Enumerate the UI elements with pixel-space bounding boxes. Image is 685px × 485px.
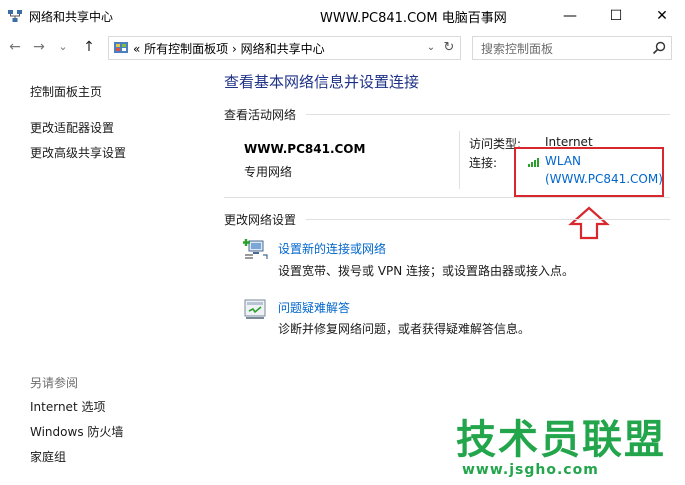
troubleshoot-icon [244, 299, 266, 319]
watermark-logo: 技术员联盟 www.jsgho.com [456, 418, 664, 482]
sidebar-item-homegroup[interactable]: 家庭组 [30, 448, 66, 465]
search-icon[interactable] [651, 40, 667, 56]
highlight-box [514, 147, 664, 197]
watermark-title: WWW.PC841.COM 电脑百事网 [320, 11, 507, 26]
recent-dropdown-button[interactable]: ⌄ [54, 38, 72, 56]
network-type[interactable]: 专用网络 [244, 163, 292, 180]
back-button[interactable]: ← [6, 38, 24, 56]
control-panel-icon [114, 42, 128, 53]
vertical-divider [459, 131, 460, 189]
logo-url-text: www.jsgho.com [462, 462, 599, 478]
sidebar-item-home[interactable]: 控制面板主页 [30, 83, 102, 100]
forward-button[interactable]: → [30, 38, 48, 56]
sidebar-item-sharing[interactable]: 更改高级共享设置 [30, 144, 126, 161]
network-center-icon [8, 10, 22, 22]
sidebar-item-adapter[interactable]: 更改适配器设置 [30, 119, 114, 136]
section-divider [306, 114, 670, 115]
search-box[interactable] [472, 36, 672, 60]
close-button[interactable]: ✕ [639, 0, 685, 31]
section-divider [224, 197, 670, 198]
troubleshoot-link[interactable]: 问题疑难解答 [278, 299, 350, 316]
up-arrow-annotation-icon [568, 206, 610, 240]
breadcrumb[interactable]: « 所有控制面板项 › 网络和共享中心 [133, 40, 325, 57]
sidebar-item-internet-options[interactable]: Internet 选项 [30, 398, 105, 415]
setup-connection-link[interactable]: 设置新的连接或网络 [278, 240, 386, 257]
search-input[interactable] [479, 39, 643, 58]
active-networks-heading: 查看活动网络 [224, 108, 297, 122]
change-settings-heading: 更改网络设置 [224, 213, 297, 227]
refresh-button[interactable]: ↻ [438, 36, 461, 60]
new-connection-icon [243, 239, 268, 259]
minimize-button[interactable]: — [547, 0, 593, 31]
title-bar: 网络和共享中心 WWW.PC841.COM 电脑百事网 — ☐ ✕ [0, 0, 685, 32]
maximize-button[interactable]: ☐ [593, 0, 639, 31]
section-divider [306, 219, 670, 220]
connection-label: 连接: [469, 156, 498, 170]
address-box[interactable]: « 所有控制面板项 › 网络和共享中心 ⌄ [108, 36, 460, 60]
troubleshoot-description: 诊断并修复网络问题，或者获得疑难解答信息。 [278, 322, 531, 336]
window-title: 网络和共享中心 [29, 10, 114, 24]
see-also-heading: 另请参阅 [30, 376, 79, 390]
sidebar-item-firewall[interactable]: Windows 防火墙 [30, 423, 123, 440]
network-name: WWW.PC841.COM [244, 142, 366, 156]
address-bar: ← → ⌄ ↑ « 所有控制面板项 › 网络和共享中心 ⌄ ↻ [0, 32, 685, 62]
setup-connection-description: 设置宽带、拨号或 VPN 连接；或设置路由器或接入点。 [278, 264, 575, 278]
page-title: 查看基本网络信息并设置连接 [224, 73, 420, 91]
logo-main-text: 技术员联盟 [456, 417, 666, 463]
up-button[interactable]: ↑ [80, 38, 98, 56]
